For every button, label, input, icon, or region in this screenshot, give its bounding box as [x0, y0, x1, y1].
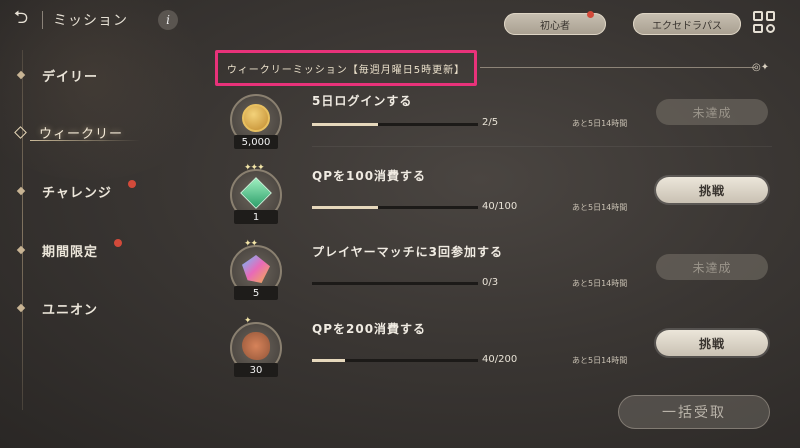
- mission-action-button[interactable]: 未達成: [656, 99, 768, 125]
- progress-bar: [312, 359, 478, 362]
- sidebar-item-label: ウィークリー: [39, 126, 124, 142]
- info-button[interactable]: i: [158, 10, 178, 30]
- rarity-stars-icon: ✦✦✦: [244, 163, 265, 173]
- reward-icon-wrap: ✦✦ 5: [230, 239, 286, 301]
- progress-bar: [312, 206, 478, 209]
- mission-title: プレイヤーマッチに3回参加する: [312, 245, 503, 259]
- mission-row: ✦ 30 QPを200消費する 40/200 あと5日14時間 挑戦: [226, 316, 786, 388]
- ornament-icon: ◎✦: [752, 62, 770, 73]
- reward-quantity: 1: [234, 210, 278, 224]
- progress-text: 40/100: [482, 201, 518, 212]
- pill-label: 初心者: [540, 20, 570, 32]
- sidebar-item-label: デイリー: [42, 69, 99, 85]
- mission-action-button[interactable]: 挑戦: [656, 330, 768, 356]
- palette-icon: [242, 332, 270, 360]
- rarity-stars-icon: ✦: [244, 316, 251, 326]
- time-remaining: あと5日14時間: [572, 279, 628, 288]
- rarity-stars-icon: ✦✦: [244, 239, 258, 249]
- progress-bar: [312, 123, 478, 126]
- bulk-receive-button[interactable]: 一括受取: [618, 395, 770, 429]
- beginner-pill-button[interactable]: 初心者: [504, 11, 606, 35]
- mission-action-button[interactable]: 挑戦: [656, 177, 768, 203]
- notification-badge: [127, 180, 136, 188]
- sidebar-item-limited[interactable]: 期間限定: [16, 239, 123, 260]
- sidebar-item-challenge[interactable]: チャレンジ: [16, 180, 136, 201]
- time-remaining: あと5日14時間: [572, 119, 628, 128]
- diamond-marker-icon: [16, 303, 26, 313]
- sidebar-item-union[interactable]: ユニオン: [16, 298, 99, 318]
- notification-badge: [114, 239, 123, 247]
- mission-title: 5日ログインする: [312, 94, 413, 108]
- progress-fill: [312, 206, 379, 209]
- diamond-marker-icon: [16, 70, 26, 80]
- mission-title: QPを200消費する: [312, 322, 427, 336]
- page-title: ミッション: [53, 13, 128, 29]
- header: ⮌ ミッション i: [0, 6, 178, 34]
- progress-fill: [312, 123, 379, 126]
- section-rule: [480, 67, 755, 68]
- progress-text: 40/200: [482, 354, 518, 365]
- reward-quantity: 5: [234, 286, 278, 300]
- coin-icon: [242, 104, 270, 132]
- time-remaining: あと5日14時間: [572, 356, 628, 365]
- progress-text: 0/3: [482, 277, 499, 288]
- sidebar-item-label: チャレンジ: [42, 185, 112, 201]
- progress-bar: [312, 282, 478, 285]
- mission-row: ✦✦✦ 1 QPを100消費する 40/100 あと5日14時間 挑戦: [226, 163, 786, 235]
- back-arrow-icon: ⮌: [13, 7, 29, 28]
- sidebar-item-label: 期間限定: [42, 244, 99, 260]
- row-divider: [312, 146, 772, 147]
- section-header: ウィークリーミッション【毎週月曜日5時更新】: [215, 50, 477, 86]
- section-title: ウィークリーミッション【毎週月曜日5時更新】: [226, 64, 466, 76]
- reward-icon-wrap: 5,000: [230, 94, 286, 150]
- mission-row: ✦✦ 5 プレイヤーマッチに3回参加する 0/3 あと5日14時間 未達成: [226, 239, 786, 311]
- sidebar-item-daily[interactable]: デイリー: [16, 65, 99, 85]
- diamond-marker-icon: [16, 245, 26, 255]
- sidebar-rail: [22, 50, 23, 410]
- sidebar-item-label: ユニオン: [42, 302, 99, 318]
- reward-quantity: 30: [234, 363, 278, 377]
- grid-menu-icon[interactable]: [753, 11, 775, 33]
- reward-icon-wrap: ✦ 30: [230, 316, 286, 378]
- sidebar-item-weekly[interactable]: ウィークリー: [14, 122, 124, 142]
- mission-row: 5,000 5日ログインする 2/5 あと5日14時間 未達成: [226, 88, 786, 160]
- exedra-pass-button[interactable]: エクセドラパス: [633, 13, 741, 35]
- pill-label: エクセドラパス: [652, 20, 722, 32]
- header-divider: [42, 11, 43, 29]
- active-underline: [30, 140, 140, 141]
- diamond-marker-icon: [16, 186, 26, 196]
- reward-quantity: 5,000: [234, 135, 278, 149]
- progress-text: 2/5: [482, 117, 499, 128]
- progress-fill: [312, 359, 346, 362]
- reward-icon-wrap: ✦✦✦ 1: [230, 163, 286, 225]
- notification-badge: [587, 11, 594, 18]
- mission-title: QPを100消費する: [312, 169, 427, 183]
- back-button[interactable]: ⮌: [0, 6, 42, 34]
- mission-action-button[interactable]: 未達成: [656, 254, 768, 280]
- time-remaining: あと5日14時間: [572, 203, 628, 212]
